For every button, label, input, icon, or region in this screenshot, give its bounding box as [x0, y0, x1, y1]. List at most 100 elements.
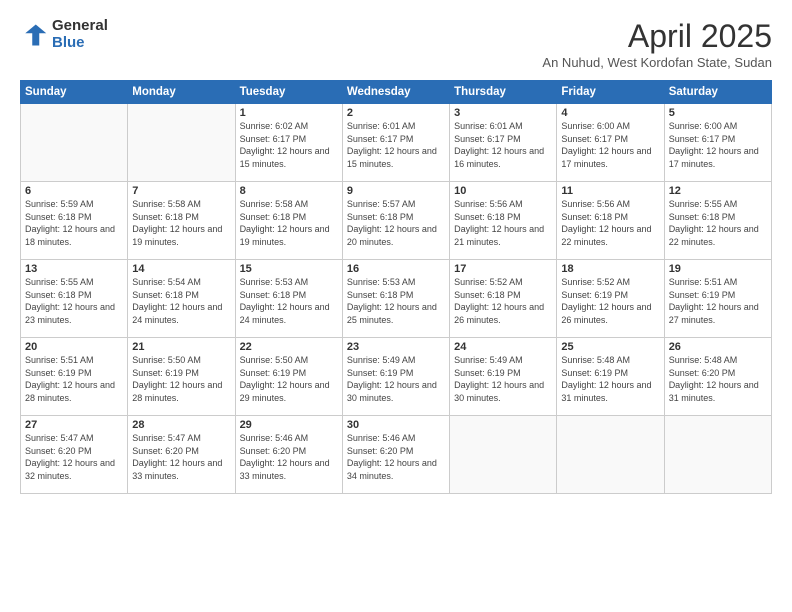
day-info: Sunrise: 5:47 AM Sunset: 6:20 PM Dayligh… — [25, 432, 123, 482]
weekday-header-friday: Friday — [557, 81, 664, 104]
day-cell: 25Sunrise: 5:48 AM Sunset: 6:19 PM Dayli… — [557, 338, 664, 416]
day-cell — [128, 104, 235, 182]
day-cell: 30Sunrise: 5:46 AM Sunset: 6:20 PM Dayli… — [342, 416, 449, 494]
day-number: 28 — [132, 419, 230, 431]
day-cell: 24Sunrise: 5:49 AM Sunset: 6:19 PM Dayli… — [450, 338, 557, 416]
day-number: 15 — [240, 263, 338, 275]
day-cell: 1Sunrise: 6:02 AM Sunset: 6:17 PM Daylig… — [235, 104, 342, 182]
calendar-table: SundayMondayTuesdayWednesdayThursdayFrid… — [20, 80, 772, 494]
day-cell: 21Sunrise: 5:50 AM Sunset: 6:19 PM Dayli… — [128, 338, 235, 416]
day-info: Sunrise: 5:46 AM Sunset: 6:20 PM Dayligh… — [240, 432, 338, 482]
day-info: Sunrise: 6:01 AM Sunset: 6:17 PM Dayligh… — [347, 120, 445, 170]
logo-general: General — [52, 18, 108, 35]
day-cell: 18Sunrise: 5:52 AM Sunset: 6:19 PM Dayli… — [557, 260, 664, 338]
logo-blue: Blue — [52, 35, 108, 52]
day-number: 14 — [132, 263, 230, 275]
day-cell: 6Sunrise: 5:59 AM Sunset: 6:18 PM Daylig… — [21, 182, 128, 260]
day-cell: 15Sunrise: 5:53 AM Sunset: 6:18 PM Dayli… — [235, 260, 342, 338]
day-number: 17 — [454, 263, 552, 275]
day-info: Sunrise: 5:51 AM Sunset: 6:19 PM Dayligh… — [669, 276, 767, 326]
day-number: 23 — [347, 341, 445, 353]
day-number: 21 — [132, 341, 230, 353]
day-number: 6 — [25, 185, 123, 197]
day-info: Sunrise: 5:50 AM Sunset: 6:19 PM Dayligh… — [132, 354, 230, 404]
day-number: 22 — [240, 341, 338, 353]
day-number: 24 — [454, 341, 552, 353]
day-cell — [21, 104, 128, 182]
day-info: Sunrise: 5:58 AM Sunset: 6:18 PM Dayligh… — [240, 198, 338, 248]
day-cell: 16Sunrise: 5:53 AM Sunset: 6:18 PM Dayli… — [342, 260, 449, 338]
logo: General Blue — [20, 18, 108, 51]
day-cell: 2Sunrise: 6:01 AM Sunset: 6:17 PM Daylig… — [342, 104, 449, 182]
day-info: Sunrise: 5:56 AM Sunset: 6:18 PM Dayligh… — [561, 198, 659, 248]
day-info: Sunrise: 5:59 AM Sunset: 6:18 PM Dayligh… — [25, 198, 123, 248]
day-info: Sunrise: 5:48 AM Sunset: 6:19 PM Dayligh… — [561, 354, 659, 404]
day-number: 4 — [561, 107, 659, 119]
weekday-header-thursday: Thursday — [450, 81, 557, 104]
day-number: 7 — [132, 185, 230, 197]
day-number: 29 — [240, 419, 338, 431]
day-cell: 17Sunrise: 5:52 AM Sunset: 6:18 PM Dayli… — [450, 260, 557, 338]
weekday-header-row: SundayMondayTuesdayWednesdayThursdayFrid… — [21, 81, 772, 104]
page: General Blue April 2025 An Nuhud, West K… — [0, 0, 792, 612]
day-info: Sunrise: 5:47 AM Sunset: 6:20 PM Dayligh… — [132, 432, 230, 482]
day-cell — [450, 416, 557, 494]
day-cell: 11Sunrise: 5:56 AM Sunset: 6:18 PM Dayli… — [557, 182, 664, 260]
weekday-header-tuesday: Tuesday — [235, 81, 342, 104]
day-number: 1 — [240, 107, 338, 119]
day-cell — [664, 416, 771, 494]
day-cell: 14Sunrise: 5:54 AM Sunset: 6:18 PM Dayli… — [128, 260, 235, 338]
day-cell: 28Sunrise: 5:47 AM Sunset: 6:20 PM Dayli… — [128, 416, 235, 494]
day-number: 3 — [454, 107, 552, 119]
day-cell: 20Sunrise: 5:51 AM Sunset: 6:19 PM Dayli… — [21, 338, 128, 416]
day-number: 10 — [454, 185, 552, 197]
day-number: 2 — [347, 107, 445, 119]
day-info: Sunrise: 5:49 AM Sunset: 6:19 PM Dayligh… — [347, 354, 445, 404]
day-info: Sunrise: 5:55 AM Sunset: 6:18 PM Dayligh… — [669, 198, 767, 248]
week-row-1: 1Sunrise: 6:02 AM Sunset: 6:17 PM Daylig… — [21, 104, 772, 182]
calendar-title: April 2025 — [542, 18, 772, 55]
day-cell: 3Sunrise: 6:01 AM Sunset: 6:17 PM Daylig… — [450, 104, 557, 182]
day-cell: 13Sunrise: 5:55 AM Sunset: 6:18 PM Dayli… — [21, 260, 128, 338]
day-info: Sunrise: 5:53 AM Sunset: 6:18 PM Dayligh… — [240, 276, 338, 326]
day-info: Sunrise: 6:00 AM Sunset: 6:17 PM Dayligh… — [561, 120, 659, 170]
day-number: 25 — [561, 341, 659, 353]
day-number: 8 — [240, 185, 338, 197]
day-info: Sunrise: 5:48 AM Sunset: 6:20 PM Dayligh… — [669, 354, 767, 404]
day-number: 18 — [561, 263, 659, 275]
day-info: Sunrise: 5:53 AM Sunset: 6:18 PM Dayligh… — [347, 276, 445, 326]
day-cell — [557, 416, 664, 494]
day-cell: 7Sunrise: 5:58 AM Sunset: 6:18 PM Daylig… — [128, 182, 235, 260]
calendar-subtitle: An Nuhud, West Kordofan State, Sudan — [542, 55, 772, 70]
day-number: 12 — [669, 185, 767, 197]
day-info: Sunrise: 5:56 AM Sunset: 6:18 PM Dayligh… — [454, 198, 552, 248]
title-block: April 2025 An Nuhud, West Kordofan State… — [542, 18, 772, 70]
header: General Blue April 2025 An Nuhud, West K… — [20, 18, 772, 70]
day-number: 27 — [25, 419, 123, 431]
day-info: Sunrise: 5:55 AM Sunset: 6:18 PM Dayligh… — [25, 276, 123, 326]
day-number: 19 — [669, 263, 767, 275]
week-row-5: 27Sunrise: 5:47 AM Sunset: 6:20 PM Dayli… — [21, 416, 772, 494]
day-cell: 22Sunrise: 5:50 AM Sunset: 6:19 PM Dayli… — [235, 338, 342, 416]
day-number: 5 — [669, 107, 767, 119]
day-info: Sunrise: 5:51 AM Sunset: 6:19 PM Dayligh… — [25, 354, 123, 404]
day-info: Sunrise: 5:52 AM Sunset: 6:18 PM Dayligh… — [454, 276, 552, 326]
day-info: Sunrise: 5:50 AM Sunset: 6:19 PM Dayligh… — [240, 354, 338, 404]
weekday-header-sunday: Sunday — [21, 81, 128, 104]
week-row-3: 13Sunrise: 5:55 AM Sunset: 6:18 PM Dayli… — [21, 260, 772, 338]
day-cell: 29Sunrise: 5:46 AM Sunset: 6:20 PM Dayli… — [235, 416, 342, 494]
day-number: 20 — [25, 341, 123, 353]
day-cell: 27Sunrise: 5:47 AM Sunset: 6:20 PM Dayli… — [21, 416, 128, 494]
day-number: 30 — [347, 419, 445, 431]
day-cell: 4Sunrise: 6:00 AM Sunset: 6:17 PM Daylig… — [557, 104, 664, 182]
day-cell: 10Sunrise: 5:56 AM Sunset: 6:18 PM Dayli… — [450, 182, 557, 260]
day-info: Sunrise: 5:52 AM Sunset: 6:19 PM Dayligh… — [561, 276, 659, 326]
day-cell: 26Sunrise: 5:48 AM Sunset: 6:20 PM Dayli… — [664, 338, 771, 416]
weekday-header-saturday: Saturday — [664, 81, 771, 104]
day-info: Sunrise: 5:46 AM Sunset: 6:20 PM Dayligh… — [347, 432, 445, 482]
day-number: 9 — [347, 185, 445, 197]
day-number: 16 — [347, 263, 445, 275]
day-number: 26 — [669, 341, 767, 353]
day-info: Sunrise: 5:57 AM Sunset: 6:18 PM Dayligh… — [347, 198, 445, 248]
day-cell: 8Sunrise: 5:58 AM Sunset: 6:18 PM Daylig… — [235, 182, 342, 260]
